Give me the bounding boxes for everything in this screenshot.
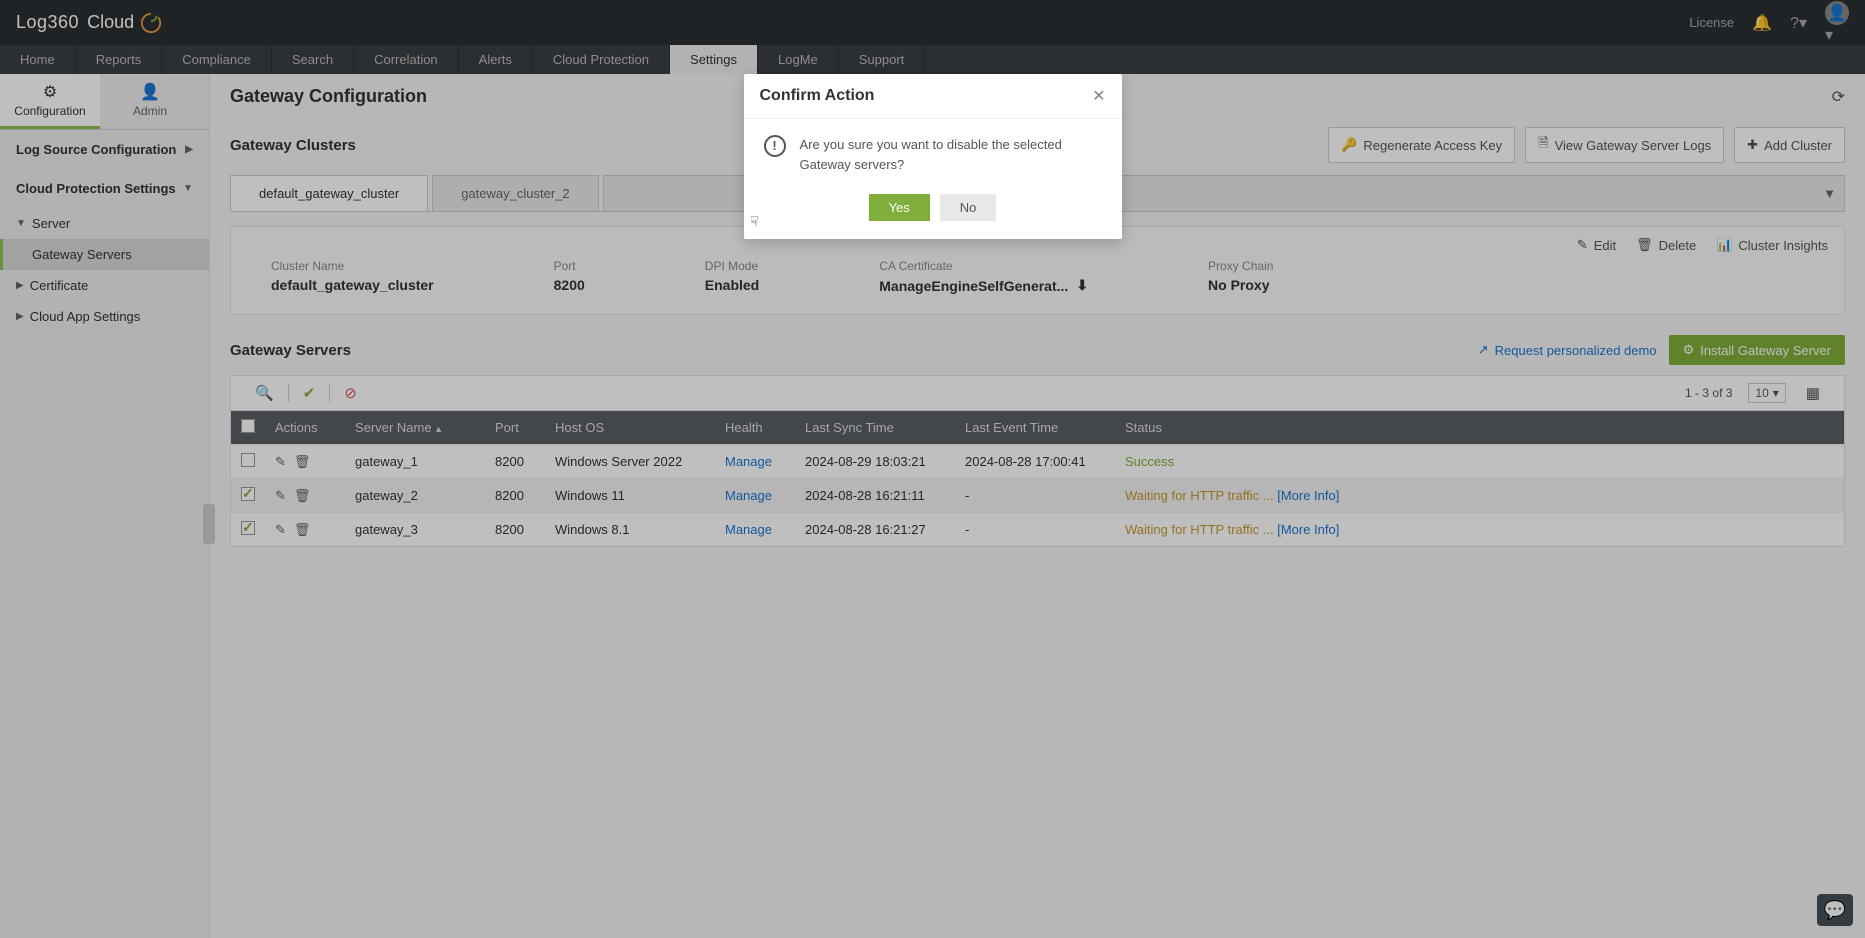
- confirm-no-button[interactable]: No: [940, 194, 997, 221]
- confirm-yes-button[interactable]: Yes: [869, 194, 930, 221]
- modal-close-button[interactable]: ✕: [1092, 86, 1105, 106]
- exclamation-icon: !: [764, 135, 786, 157]
- modal-message: Are you sure you want to disable the sel…: [800, 135, 1102, 174]
- modal-title: Confirm Action: [760, 87, 875, 105]
- confirm-modal: Confirm Action ✕ ! Are you sure you want…: [744, 74, 1122, 239]
